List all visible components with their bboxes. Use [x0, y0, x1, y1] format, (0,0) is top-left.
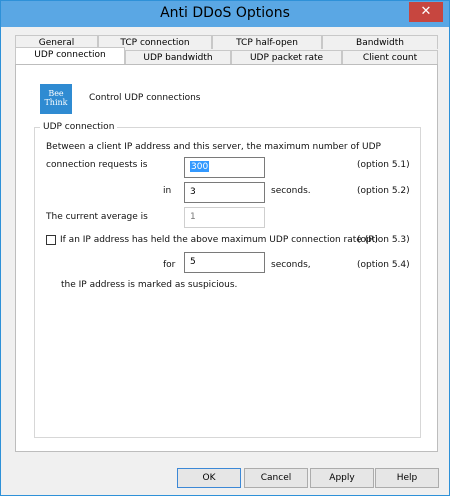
- option-5-2-label: (option 5.2): [357, 186, 410, 196]
- option-5-4-label: (option 5.4): [357, 260, 410, 270]
- close-icon[interactable]: ✕: [409, 2, 443, 22]
- current-average-field: 1: [184, 207, 265, 228]
- tab-udp-packet-rate[interactable]: UDP packet rate: [231, 50, 342, 64]
- seconds-label-2: seconds,: [271, 260, 311, 270]
- logo-text-line2: Think: [44, 98, 68, 107]
- checkbox-label: If an IP address has held the above maxi…: [60, 235, 378, 245]
- selected-value: 300: [190, 161, 210, 172]
- help-button[interactable]: Help: [375, 468, 439, 488]
- connection-requests-input[interactable]: 300: [184, 157, 265, 178]
- window-title: Anti DDoS Options: [160, 5, 290, 21]
- cancel-button[interactable]: Cancel: [244, 468, 308, 488]
- for-seconds-input[interactable]: 5: [184, 252, 265, 273]
- tab-panel-udp-connection: Bee Think Control UDP connections UDP co…: [15, 64, 438, 452]
- tab-client-count[interactable]: Client count: [342, 50, 438, 64]
- in-label: in: [163, 186, 172, 196]
- tab-udp-bandwidth[interactable]: UDP bandwidth: [125, 50, 231, 64]
- suspicious-text: the IP address is marked as suspicious.: [61, 280, 238, 290]
- description-line-1: Between a client IP address and this ser…: [46, 142, 381, 152]
- for-label: for: [163, 260, 176, 270]
- tab-bandwidth[interactable]: Bandwidth: [322, 35, 438, 49]
- tab-tcp-half-open[interactable]: TCP half-open: [212, 35, 322, 49]
- tab-row-2: UDP connection UDP bandwidth UDP packet …: [15, 47, 438, 64]
- anti-ddos-options-dialog: Anti DDoS Options ✕ General TCP connecti…: [0, 0, 450, 496]
- seconds-label: seconds.: [271, 186, 311, 196]
- title-bar: Anti DDoS Options ✕: [1, 1, 449, 27]
- suspicious-rate-checkbox[interactable]: [46, 235, 56, 245]
- logo-text-line1: Bee: [48, 89, 64, 98]
- option-5-3-label: (option 5.3): [357, 235, 410, 245]
- current-average-label: The current average is: [46, 212, 148, 222]
- description-line-2: connection requests is: [46, 160, 148, 170]
- apply-button[interactable]: Apply: [310, 468, 374, 488]
- beethink-logo: Bee Think: [40, 84, 72, 114]
- tab-udp-connection[interactable]: UDP connection: [15, 47, 125, 64]
- panel-description: Control UDP connections: [89, 93, 201, 103]
- group-label: UDP connection: [40, 122, 118, 132]
- option-5-1-label: (option 5.1): [357, 160, 410, 170]
- seconds-input[interactable]: 3: [184, 182, 265, 203]
- ok-button[interactable]: OK: [177, 468, 241, 488]
